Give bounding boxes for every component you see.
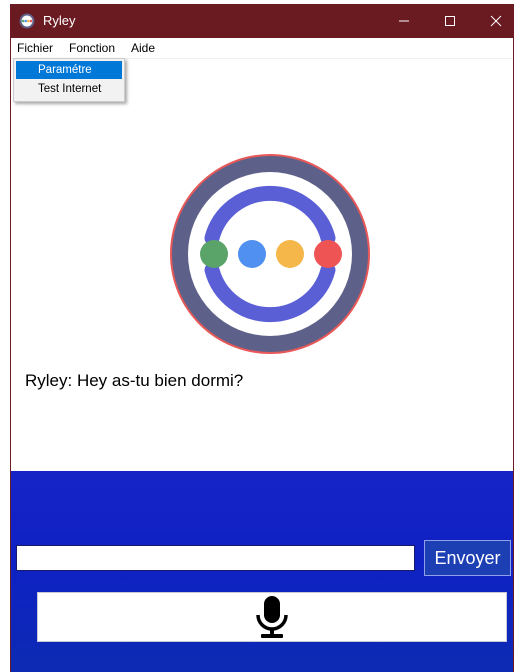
menu-bar: Fichier Fonction Aide — [11, 38, 513, 59]
menu-item-parametre[interactable]: Paramétre — [16, 61, 122, 79]
fichier-dropdown-menu: Paramétre Test Internet — [13, 58, 125, 102]
minimize-button[interactable] — [381, 4, 427, 38]
logo-dot-blue — [238, 240, 266, 268]
message-input[interactable] — [16, 545, 415, 571]
minimize-icon — [399, 20, 409, 22]
input-panel: Envoyer — [11, 471, 513, 672]
menu-fichier[interactable]: Fichier — [17, 40, 53, 56]
logo-dot-red — [314, 240, 342, 268]
app-icon — [19, 13, 35, 29]
send-button[interactable]: Envoyer — [424, 540, 511, 576]
menu-item-test-internet-label: Test Internet — [38, 83, 102, 95]
chat-message: Ryley: Hey as-tu bien dormi? — [25, 371, 244, 390]
menu-item-test-internet[interactable]: Test Internet — [16, 80, 122, 98]
logo-dot-yellow — [276, 240, 304, 268]
maximize-icon — [445, 16, 455, 26]
menu-item-parametre-label: Paramétre — [38, 64, 92, 76]
menu-fonction[interactable]: Fonction — [69, 40, 115, 56]
close-icon — [490, 15, 502, 27]
title-bar[interactable]: Ryley — [11, 4, 513, 38]
microphone-button[interactable] — [37, 592, 507, 642]
maximize-button[interactable] — [427, 4, 473, 38]
menu-aide[interactable]: Aide — [131, 40, 155, 56]
logo-dot-green — [200, 240, 228, 268]
ryley-logo — [168, 152, 372, 356]
close-button[interactable] — [473, 4, 513, 38]
app-window: Ryley Fichier Fonction Aide Ryley: Hey a… — [10, 4, 514, 672]
microphone-icon — [256, 596, 288, 638]
window-title: Ryley — [43, 13, 76, 28]
